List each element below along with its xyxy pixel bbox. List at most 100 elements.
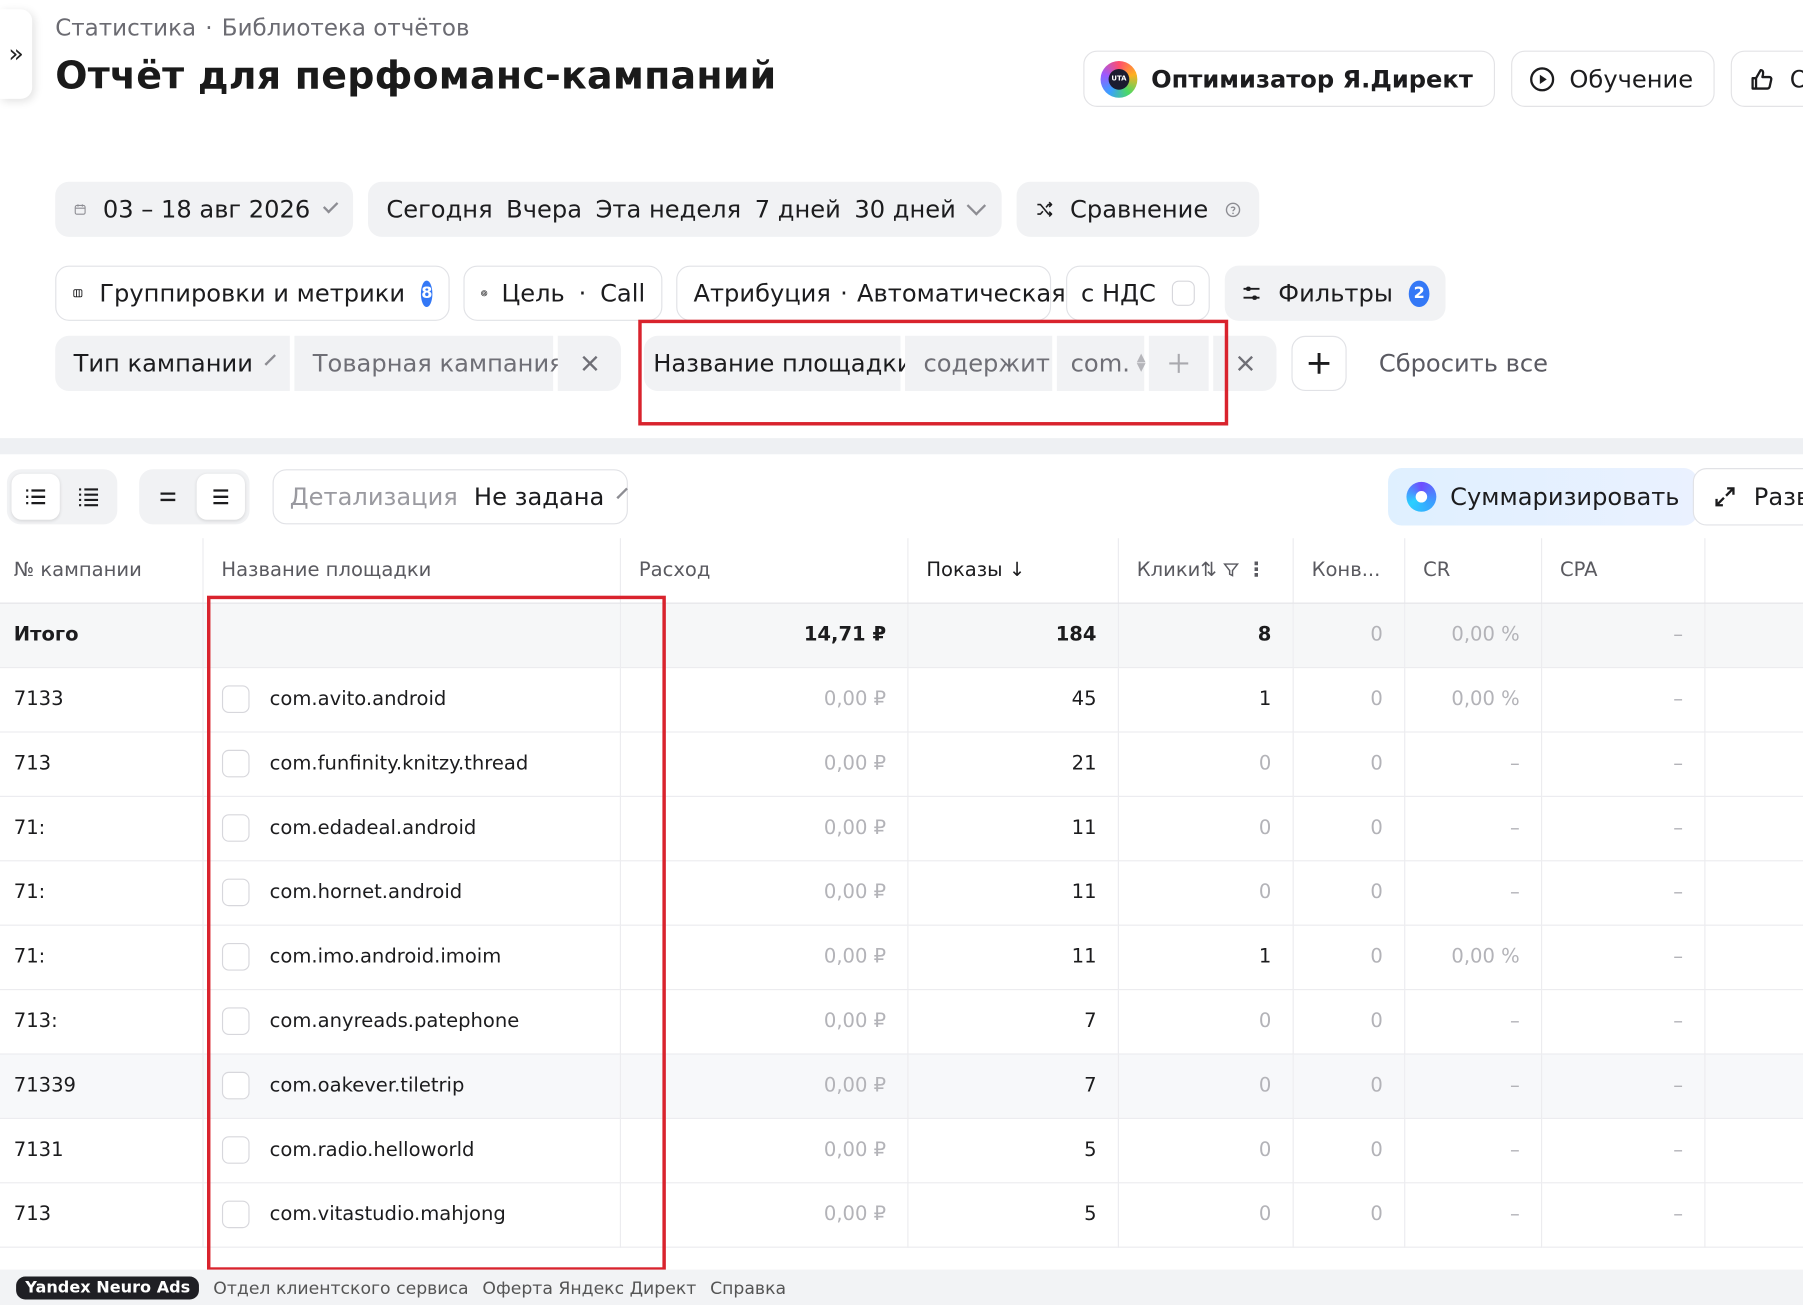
cell-spend: 0,00 ₽ xyxy=(619,795,908,861)
cell-spend: 0,00 ₽ xyxy=(619,924,908,990)
learning-button[interactable]: Обучение xyxy=(1510,50,1715,107)
column-header-cr[interactable]: CR xyxy=(1404,538,1542,604)
site-name[interactable]: com.vitastudio.mahjong xyxy=(270,1203,506,1226)
goal-selector[interactable]: Цель · Call xyxy=(463,265,663,321)
footer-brand[interactable]: Yandex Neuro Ads xyxy=(16,1275,200,1299)
vat-toggle[interactable]: с НДС xyxy=(1066,265,1210,321)
footer-link-offer[interactable]: Оферта Яндекс Директ xyxy=(482,1277,696,1298)
filter1-field[interactable]: Тип кампании xyxy=(55,335,290,391)
vat-checkbox[interactable] xyxy=(1171,280,1195,306)
preset-this-week[interactable]: Эта неделя xyxy=(596,196,742,224)
column-header-spend[interactable]: Расход xyxy=(619,538,908,604)
row-checkbox[interactable] xyxy=(221,1136,249,1164)
filter1-value[interactable]: Товарная кампания xyxy=(294,335,564,391)
site-name[interactable]: com.oakever.tiletrip xyxy=(270,1074,465,1097)
column-header-site[interactable]: Название площадки xyxy=(202,538,621,604)
column-header-campaign[interactable]: № кампании xyxy=(0,538,203,604)
total-cr: 0,00 % xyxy=(1404,602,1542,668)
cell-cr: – xyxy=(1404,860,1542,926)
campaign-id[interactable]: 713 xyxy=(0,1182,203,1248)
table-row[interactable]: 71: com.edadeal.android 0,00 ₽11 0 0– – xyxy=(0,795,1803,861)
site-name[interactable]: com.edadeal.android xyxy=(270,817,477,840)
filter1-remove-button[interactable] xyxy=(557,335,621,391)
breadcrumb-statistics[interactable]: Статистика xyxy=(55,14,196,42)
table-row[interactable]: 713: com.anyreads.patephone 0,00 ₽7 0 0– – xyxy=(0,989,1803,1054)
attribution-selector[interactable]: Атрибуция · Автоматическая xyxy=(676,265,1066,321)
column-header-clicks[interactable]: Клики⇅ ⋮ xyxy=(1117,538,1294,604)
filter2-value-input[interactable]: com. ▲ ▼ xyxy=(1056,335,1146,391)
filter2-remove-button[interactable] xyxy=(1213,335,1277,391)
campaign-id[interactable]: 7131 xyxy=(0,1117,203,1183)
site-name[interactable]: com.hornet.android xyxy=(270,881,463,904)
filters-button[interactable]: Фильтры 2 xyxy=(1224,265,1446,321)
cell-clicks: 1 xyxy=(1117,667,1294,732)
spacing-wide-option[interactable] xyxy=(144,474,192,520)
filter2-field[interactable]: Название площадки xyxy=(644,335,913,391)
add-filter-button[interactable] xyxy=(1291,335,1347,391)
campaign-id[interactable]: 71: xyxy=(0,924,203,990)
table-row[interactable]: 713 com.funfinity.knitzy.thread 0,00 ₽21 0 0… xyxy=(0,731,1803,797)
spacing-normal-option[interactable] xyxy=(196,473,245,520)
campaign-id[interactable]: 71: xyxy=(0,795,203,861)
preset-today[interactable]: Сегодня xyxy=(386,196,492,224)
filter2-operator[interactable]: содержит xyxy=(905,335,1053,391)
row-checkbox[interactable] xyxy=(221,1071,249,1100)
filter-funnel-icon[interactable] xyxy=(1223,561,1240,578)
optimizer-button[interactable]: UTA Оптимизатор Я.Директ xyxy=(1083,50,1495,107)
table-row[interactable]: 71: com.hornet.android 0,00 ₽11 0 0– – xyxy=(0,860,1803,926)
more-vertical-icon[interactable]: ⋮ xyxy=(1246,559,1266,582)
site-name[interactable]: com.anyreads.patephone xyxy=(270,1010,520,1033)
preset-yesterday[interactable]: Вчера xyxy=(506,196,582,224)
list-compact-option[interactable] xyxy=(64,474,112,520)
site-name[interactable]: com.radio.helloworld xyxy=(270,1138,475,1162)
footer-link-help[interactable]: Справка xyxy=(710,1277,786,1298)
detail-value: Не задана xyxy=(473,483,605,511)
row-checkbox[interactable] xyxy=(221,814,249,842)
detail-selector[interactable]: Детализация Не задана xyxy=(272,469,628,525)
comparison-button[interactable]: Сравнение xyxy=(1016,181,1260,237)
site-name[interactable]: com.imo.android.imoim xyxy=(270,945,502,968)
breadcrumb-report-library[interactable]: Библиотека отчётов xyxy=(222,14,470,42)
table-row[interactable]: 71: com.imo.android.imoim 0,00 ₽11 1 0 0,00 %… xyxy=(0,924,1803,990)
row-checkbox[interactable] xyxy=(221,943,249,971)
list-view-option[interactable] xyxy=(11,473,60,520)
campaign-id[interactable]: 713: xyxy=(0,989,203,1054)
row-checkbox[interactable] xyxy=(221,878,249,907)
row-checkbox[interactable] xyxy=(221,685,249,713)
cell-impressions: 11 xyxy=(907,924,1119,990)
date-range-picker[interactable]: 03 – 18 авг 2026 xyxy=(55,181,354,237)
row-empty xyxy=(1704,667,1803,732)
row-checkbox[interactable] xyxy=(221,749,249,778)
campaign-id[interactable]: 7133 xyxy=(0,667,203,732)
campaign-id[interactable]: 713 xyxy=(0,731,203,797)
double-chevron-right-icon: » xyxy=(8,39,24,69)
expand-button[interactable]: Разв xyxy=(1692,468,1803,526)
chevron-down-icon[interactable] xyxy=(966,196,987,216)
campaign-id[interactable]: 71339 xyxy=(0,1053,203,1119)
preset-30-days[interactable]: 30 дней xyxy=(854,196,955,224)
cell-clicks: 0 xyxy=(1117,1053,1294,1119)
row-checkbox[interactable] xyxy=(221,1200,249,1229)
cell-impressions: 45 xyxy=(907,667,1119,732)
column-header-impressions[interactable]: Показы ↓ xyxy=(907,538,1119,604)
footer-link-support[interactable]: Отдел клиентского сервиса xyxy=(213,1277,468,1298)
table-row[interactable]: 7133 com.avito.android 0,00 ₽45 1 0 0,00 % – xyxy=(0,667,1803,732)
table-row[interactable]: 713 com.vitastudio.mahjong 0,00 ₽5 0 0– – xyxy=(0,1182,1803,1248)
preset-7-days[interactable]: 7 дней xyxy=(755,196,841,224)
site-name[interactable]: com.funfinity.knitzy.thread xyxy=(270,752,529,775)
site-name[interactable]: com.avito.android xyxy=(270,688,447,711)
filter2-add-value-button[interactable] xyxy=(1148,335,1209,391)
feedback-button[interactable]: Обра xyxy=(1731,50,1803,107)
row-checkbox[interactable] xyxy=(221,1007,249,1035)
summarize-label: Суммаризировать xyxy=(1450,483,1680,511)
groupings-metrics-button[interactable]: Группировки и метрики 8 xyxy=(55,265,450,321)
help-icon[interactable] xyxy=(1224,197,1241,221)
summarize-button[interactable]: Суммаризировать xyxy=(1388,468,1698,526)
column-header-conversions[interactable]: Конв... xyxy=(1292,538,1405,604)
table-row[interactable]: 71339 com.oakever.tiletrip 0,00 ₽7 0 0– – xyxy=(0,1053,1803,1119)
sidebar-expand-button[interactable]: » xyxy=(0,9,33,99)
reset-all-link[interactable]: Сбросить все xyxy=(1379,350,1548,378)
table-row[interactable]: 7131 com.radio.helloworld 0,00 ₽5 0 0– – xyxy=(0,1117,1803,1183)
column-header-cpa[interactable]: CPA xyxy=(1541,538,1705,604)
campaign-id[interactable]: 71: xyxy=(0,860,203,926)
